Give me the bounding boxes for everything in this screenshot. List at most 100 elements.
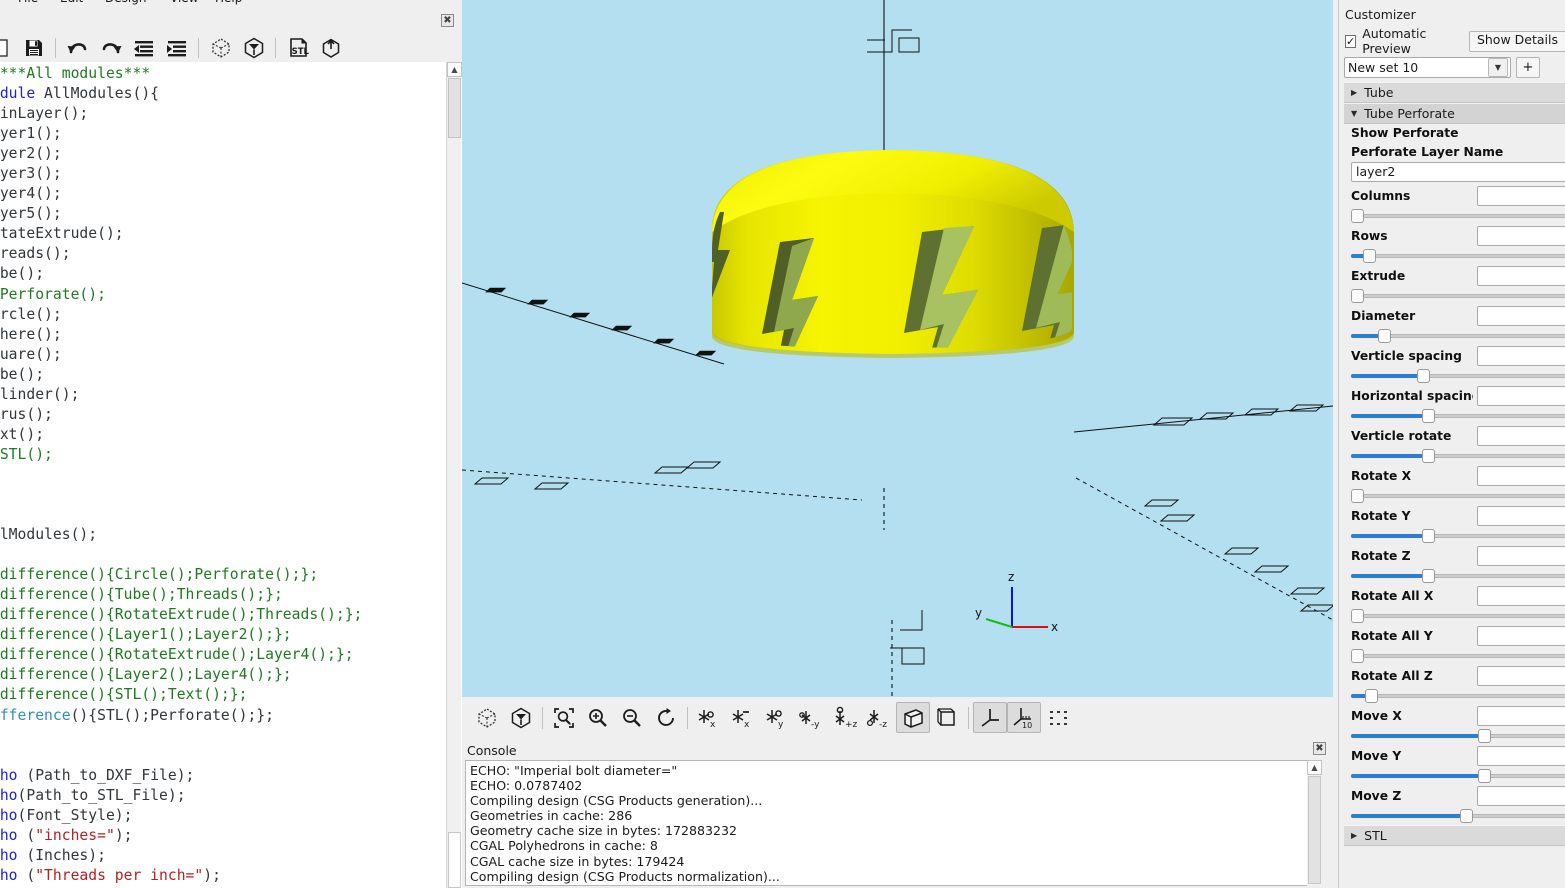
slider-knob[interactable] xyxy=(1351,209,1364,223)
move-x-input[interactable]: 0. xyxy=(1477,706,1565,726)
customizer-parameter-list[interactable]: ▶ Tube ▼ Tube Perforate Show Perforate Perfor… xyxy=(1344,82,1565,888)
slider-knob[interactable] xyxy=(1378,329,1392,343)
slider-knob[interactable] xyxy=(1421,449,1435,463)
diameter-slider[interactable] xyxy=(1351,327,1565,345)
scroll-up-icon[interactable]: ▲ xyxy=(447,62,462,77)
add-parameter-set-button[interactable]: + xyxy=(1516,56,1540,78)
redo-button[interactable] xyxy=(94,33,127,63)
rotate-all-x-slider[interactable] xyxy=(1351,607,1565,625)
preview-button[interactable] xyxy=(470,702,504,733)
console-close-icon[interactable]: ✖ xyxy=(1313,742,1326,755)
menu-item-file[interactable]: File xyxy=(18,0,38,5)
show-details-button[interactable]: Show Details xyxy=(1468,30,1565,52)
menu-item-design[interactable]: Design xyxy=(105,0,146,5)
3d-viewport[interactable]: z x y xyxy=(462,0,1333,697)
verticle-rotate-slider[interactable] xyxy=(1351,447,1565,465)
slider-knob[interactable] xyxy=(1416,369,1430,383)
rotate-z-plus-button[interactable]: +z xyxy=(828,702,862,733)
customizer-group-tube-perforate[interactable]: ▼ Tube Perforate xyxy=(1344,103,1565,124)
slider-knob[interactable] xyxy=(1351,649,1364,663)
rotate-all-y-input[interactable]: 0. xyxy=(1477,626,1565,646)
export-stl-button[interactable]: STL xyxy=(281,33,314,63)
new-button[interactable] xyxy=(0,33,17,63)
slider-knob[interactable] xyxy=(1351,289,1364,303)
automatic-preview-checkbox[interactable]: ✓ xyxy=(1345,34,1357,48)
render-button[interactable] xyxy=(504,702,538,733)
diameter-input[interactable]: 16. xyxy=(1477,306,1565,326)
columns-slider[interactable] xyxy=(1351,207,1565,225)
editor-close-icon[interactable]: ✖ xyxy=(441,14,454,27)
rotate-all-z-input[interactable]: 17. xyxy=(1477,666,1565,686)
rows-slider[interactable] xyxy=(1351,247,1565,265)
code-editor[interactable]: /***All modules***odule AllModules(){ain… xyxy=(0,62,462,888)
rotate-y-minus-button[interactable]: -y xyxy=(794,702,828,733)
show-axes-button[interactable] xyxy=(973,702,1007,733)
move-y-input[interactable]: 0. xyxy=(1477,746,1565,766)
rotate-x-plus-button[interactable]: x xyxy=(692,702,726,733)
rotate-y-input[interactable]: 90. xyxy=(1477,506,1565,526)
menu-item-help[interactable]: Help xyxy=(215,0,242,5)
editor-scroll-thumb[interactable] xyxy=(448,78,461,138)
slider-knob[interactable] xyxy=(1478,769,1492,783)
menu-item-edit[interactable]: Edit xyxy=(60,0,83,5)
console-scrollbar[interactable]: ▲ xyxy=(1307,760,1322,886)
export-button[interactable] xyxy=(314,33,347,63)
slider-knob[interactable] xyxy=(1351,609,1364,623)
rotate-x-slider[interactable] xyxy=(1351,487,1565,505)
rotate-all-y-slider[interactable] xyxy=(1351,647,1565,665)
save-button[interactable] xyxy=(17,33,50,63)
rows-input[interactable] xyxy=(1477,226,1565,246)
render-button[interactable] xyxy=(237,33,270,63)
code-text[interactable]: /***All modules***odule AllModules(){ain… xyxy=(0,64,362,888)
zoom-in-button[interactable] xyxy=(581,702,615,733)
chevron-down-icon[interactable]: ▼ xyxy=(1488,57,1508,77)
editor-scroll-thumb-lower[interactable] xyxy=(448,832,461,888)
orthogonal-view-button[interactable] xyxy=(930,702,964,733)
slider-knob[interactable] xyxy=(1421,409,1435,423)
menu-bar[interactable]: File Edit Design View Help xyxy=(0,0,462,7)
move-z-input[interactable]: -33. xyxy=(1477,786,1565,806)
automatic-preview-label[interactable]: Automatic Preview xyxy=(1362,26,1457,56)
slider-knob[interactable] xyxy=(1351,489,1364,503)
rotate-x-input[interactable]: 0. xyxy=(1477,466,1565,486)
customizer-group-tube[interactable]: ▶ Tube xyxy=(1344,82,1565,103)
slider-knob[interactable] xyxy=(1362,249,1376,263)
extrude-slider[interactable] xyxy=(1351,287,1565,305)
parameter-set-combobox[interactable]: New set 10 ▼ xyxy=(1344,56,1511,78)
rotate-z-minus-button[interactable]: -z xyxy=(862,702,896,733)
undo-button[interactable] xyxy=(61,33,94,63)
menu-item-view[interactable]: View xyxy=(170,0,198,5)
console-scroll-thumb[interactable] xyxy=(1308,776,1321,884)
rotate-x-minus-button[interactable]: x xyxy=(726,702,760,733)
rotate-all-x-input[interactable]: 0. xyxy=(1477,586,1565,606)
rotate-all-z-slider[interactable] xyxy=(1351,687,1565,705)
preview-button[interactable] xyxy=(204,33,237,63)
extrude-input[interactable]: 1. xyxy=(1477,266,1565,286)
rotate-y-slider[interactable] xyxy=(1351,527,1565,545)
indent-button[interactable] xyxy=(160,33,193,63)
perforate-layer-name-input[interactable]: layer2 xyxy=(1351,162,1565,182)
horizontal-spacing-input[interactable]: 51. xyxy=(1477,386,1565,406)
reset-view-button[interactable] xyxy=(649,702,683,733)
show-edges-button[interactable] xyxy=(1041,702,1075,733)
show-scale-markers-button[interactable]: 10 xyxy=(1007,702,1041,733)
move-y-slider[interactable] xyxy=(1351,767,1565,785)
verticle-rotate-input[interactable]: 90. xyxy=(1477,426,1565,446)
rotate-y-plus-button[interactable]: y xyxy=(760,702,794,733)
scroll-up-icon[interactable]: ▲ xyxy=(1307,760,1322,775)
slider-knob[interactable] xyxy=(1478,729,1492,743)
slider-knob[interactable] xyxy=(1421,569,1435,583)
move-x-slider[interactable] xyxy=(1351,727,1565,745)
zoom-out-button[interactable] xyxy=(615,702,649,733)
console-output[interactable]: ECHO: "Imperial bolt diameter=" ECHO: 0.0… xyxy=(465,760,1316,886)
slider-knob[interactable] xyxy=(1460,809,1474,823)
horizontal-spacing-slider[interactable] xyxy=(1351,407,1565,425)
rotate-z-input[interactable]: 90. xyxy=(1477,546,1565,566)
zoom-fit-button[interactable] xyxy=(547,702,581,733)
unindent-button[interactable] xyxy=(127,33,160,63)
move-z-slider[interactable] xyxy=(1351,807,1565,825)
slider-knob[interactable] xyxy=(1365,689,1379,703)
perspective-view-button[interactable] xyxy=(896,702,930,733)
verticle-spacing-slider[interactable] xyxy=(1351,367,1565,385)
customizer-group-stl[interactable]: ▶ STL xyxy=(1344,825,1565,846)
